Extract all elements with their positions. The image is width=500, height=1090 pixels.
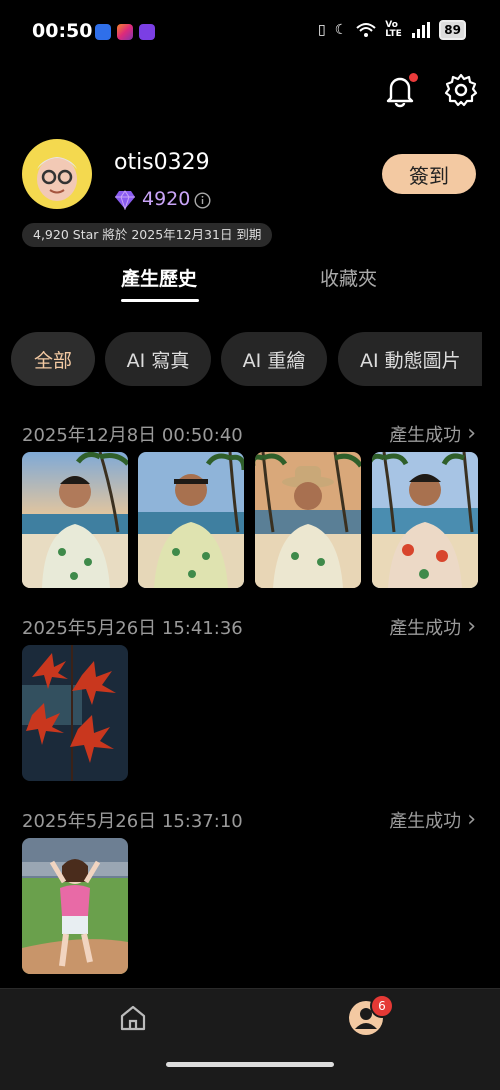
signal-icon [412,22,431,38]
status-time: 00:50 [32,20,93,42]
home-icon[interactable] [118,1003,148,1033]
gem-icon [115,190,135,210]
history-thumbnail[interactable] [255,452,361,588]
history-thumbnail[interactable] [138,452,244,588]
history-date: 2025年12月8日 00:50:40 [22,425,243,446]
battery-indicator: 89 [439,20,466,40]
memoji-icon [37,157,77,201]
app-notification-icon [139,24,155,40]
filter-chip-ai-animated[interactable]: AI 動態圖片 [338,332,482,386]
tab-history[interactable]: 產生歷史 [121,264,197,291]
status-icons: ▯ ☾ Vo LTE 89 [318,20,466,40]
filter-chip-ai-redraw[interactable]: AI 重繪 [221,332,327,386]
history-thumbnail[interactable] [372,452,478,588]
chevron-right-icon: › [467,614,476,639]
filter-chip-ai-portrait[interactable]: AI 寫真 [105,332,211,386]
vibrate-icon: ▯ [318,22,326,38]
network-label: Vo LTE [385,20,402,39]
checkin-button[interactable]: 簽到 [382,154,476,194]
tab-active-indicator [121,299,199,302]
info-icon[interactable] [194,192,211,209]
history-status-link[interactable]: 產生成功 › [389,421,476,447]
bottom-nav: 6 [0,988,500,1090]
filter-chip-all[interactable]: 全部 [11,332,95,386]
history-thumbnail[interactable] [22,452,128,588]
points-balance: 4920 [142,188,191,210]
avatar[interactable] [22,139,92,209]
username: otis0329 [114,150,210,175]
do-not-disturb-icon: ☾ [334,22,348,38]
chevron-right-icon: › [467,807,476,832]
home-indicator [166,1062,334,1067]
history-status-link[interactable]: 產生成功 › [389,807,476,833]
tab-favorites[interactable]: 收藏夾 [320,264,377,291]
history-date: 2025年5月26日 15:41:36 [22,618,243,639]
history-date: 2025年5月26日 15:37:10 [22,811,243,832]
history-status-link[interactable]: 產生成功 › [389,614,476,640]
history-status: 產生成功 [389,618,462,639]
history-thumbnail[interactable] [22,645,128,781]
gear-icon[interactable] [443,72,479,108]
history-status: 產生成功 [389,811,462,832]
wifi-icon [356,23,376,37]
notification-dot [409,73,418,82]
instagram-notification-icon [117,24,133,40]
points-expire-note: 4,920 Star 將於 2025年12月31日 到期 [22,223,273,247]
chevron-right-icon: › [467,421,476,446]
app-notification-icon [95,24,111,40]
history-status: 產生成功 [389,425,462,446]
history-thumbnail[interactable] [22,838,128,974]
notification-badge: 6 [370,994,394,1018]
